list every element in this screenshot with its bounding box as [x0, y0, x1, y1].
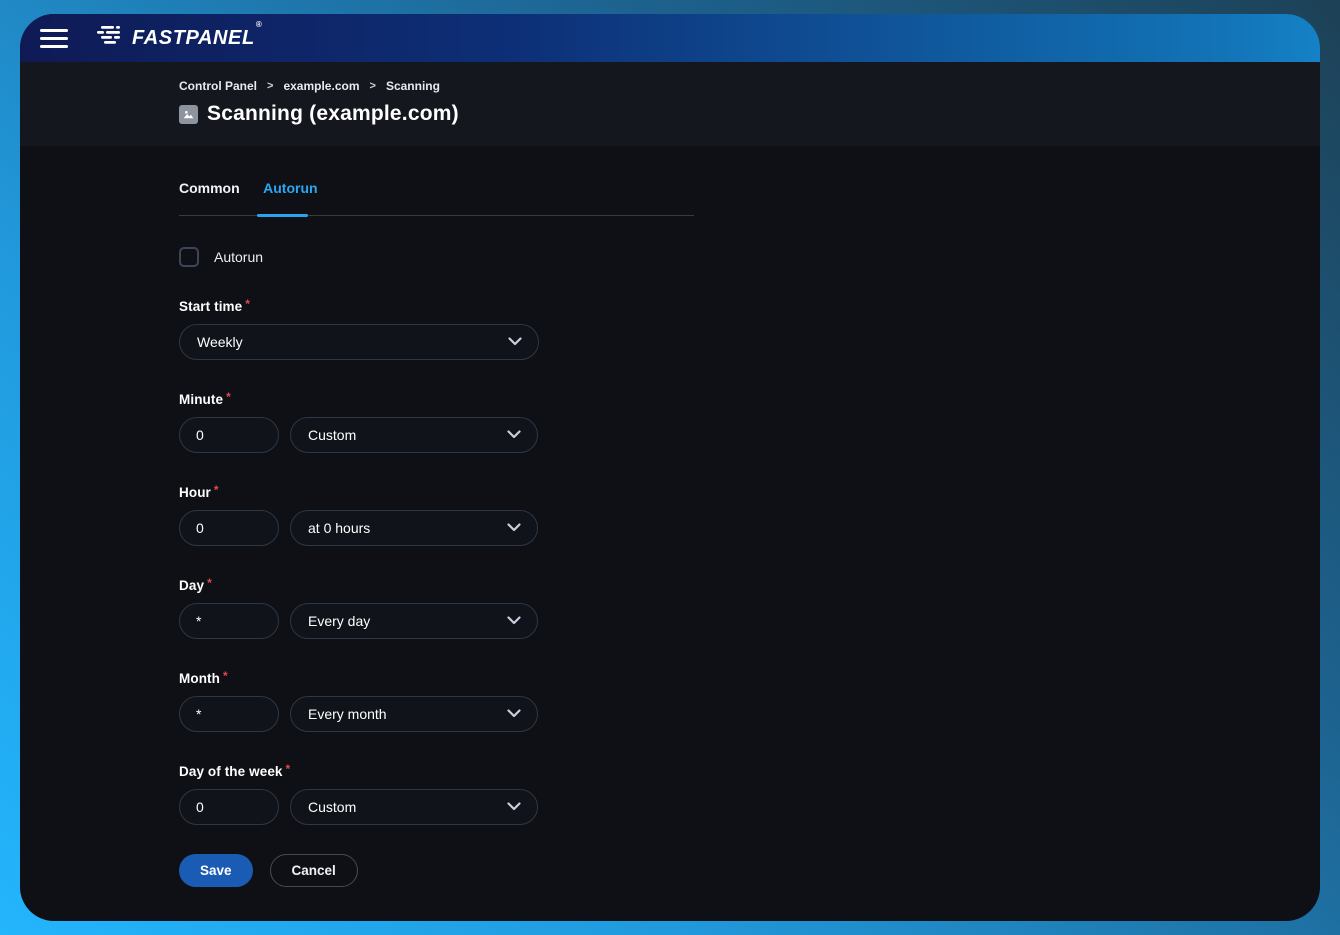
- hour-label: Hour*: [179, 485, 1290, 500]
- save-button[interactable]: Save: [179, 854, 253, 887]
- hour-select[interactable]: at 0 hours: [290, 510, 538, 546]
- chevron-down-icon: [507, 426, 521, 444]
- month-label: Month*: [179, 671, 1290, 686]
- autorun-checkbox-label[interactable]: Autorun: [214, 249, 263, 265]
- menu-button[interactable]: [32, 21, 76, 55]
- required-marker: *: [245, 297, 250, 311]
- minute-group: Minute* Custom: [179, 392, 1290, 453]
- minute-label: Minute*: [179, 392, 1290, 407]
- start-time-select[interactable]: Weekly: [179, 324, 539, 360]
- chevron-down-icon: [507, 705, 521, 723]
- brand-name: FASTPANEL®: [132, 27, 261, 50]
- cancel-button[interactable]: Cancel: [270, 854, 358, 887]
- required-marker: *: [226, 390, 231, 404]
- tab-autorun[interactable]: Autorun: [263, 180, 317, 196]
- breadcrumb-item-domain[interactable]: example.com: [283, 79, 359, 93]
- tab-bar: Common Autorun: [179, 180, 694, 216]
- chevron-down-icon: [507, 519, 521, 537]
- chevron-down-icon: [507, 612, 521, 630]
- hour-group: Hour* at 0 hours: [179, 485, 1290, 546]
- minute-input[interactable]: [179, 417, 279, 453]
- breadcrumb-separator-icon: >: [267, 80, 273, 92]
- day-group: Day* Every day: [179, 578, 1290, 639]
- page-header: Control Panel > example.com > Scanning S…: [20, 62, 1320, 146]
- breadcrumb-separator-icon: >: [370, 80, 376, 92]
- start-time-group: Start time* Weekly: [179, 299, 1290, 360]
- chevron-down-icon: [507, 798, 521, 816]
- day-of-week-select[interactable]: Custom: [290, 789, 538, 825]
- required-marker: *: [214, 483, 219, 497]
- main-panel: FASTPANEL® Control Panel > example.com >…: [20, 14, 1320, 921]
- active-tab-indicator: [257, 214, 308, 217]
- hamburger-icon: [40, 29, 68, 32]
- required-marker: *: [286, 762, 291, 776]
- day-input[interactable]: [179, 603, 279, 639]
- content-area: Common Autorun Autorun Start time* Weekl…: [20, 146, 1320, 887]
- day-of-week-input[interactable]: [179, 789, 279, 825]
- day-select[interactable]: Every day: [290, 603, 538, 639]
- month-group: Month* Every month: [179, 671, 1290, 732]
- hour-input[interactable]: [179, 510, 279, 546]
- day-label: Day*: [179, 578, 1290, 593]
- day-of-week-label: Day of the week*: [179, 764, 1290, 779]
- image-icon: [179, 105, 198, 124]
- minute-select[interactable]: Custom: [290, 417, 538, 453]
- required-marker: *: [223, 669, 228, 683]
- form-actions: Save Cancel: [179, 854, 1290, 887]
- top-navigation-bar: FASTPANEL®: [20, 14, 1320, 62]
- registered-mark: ®: [256, 20, 263, 29]
- hamburger-icon: [40, 37, 68, 40]
- page-title: Scanning (example.com): [207, 102, 459, 126]
- start-time-label: Start time*: [179, 299, 1290, 314]
- month-input[interactable]: [179, 696, 279, 732]
- month-select[interactable]: Every month: [290, 696, 538, 732]
- app-frame: FASTPANEL® Control Panel > example.com >…: [0, 0, 1340, 935]
- fastpanel-logo-icon: [96, 25, 123, 52]
- autorun-checkbox[interactable]: [179, 247, 199, 267]
- chevron-down-icon: [508, 333, 522, 351]
- day-of-week-group: Day of the week* Custom: [179, 764, 1290, 825]
- breadcrumb: Control Panel > example.com > Scanning: [179, 79, 1290, 93]
- hamburger-icon: [40, 45, 68, 48]
- breadcrumb-item-scanning[interactable]: Scanning: [386, 79, 440, 93]
- breadcrumb-item-control-panel[interactable]: Control Panel: [179, 79, 257, 93]
- tab-common[interactable]: Common: [179, 180, 240, 196]
- fastpanel-logo[interactable]: FASTPANEL®: [96, 25, 261, 52]
- autorun-checkbox-row: Autorun: [179, 247, 1290, 267]
- required-marker: *: [207, 576, 212, 590]
